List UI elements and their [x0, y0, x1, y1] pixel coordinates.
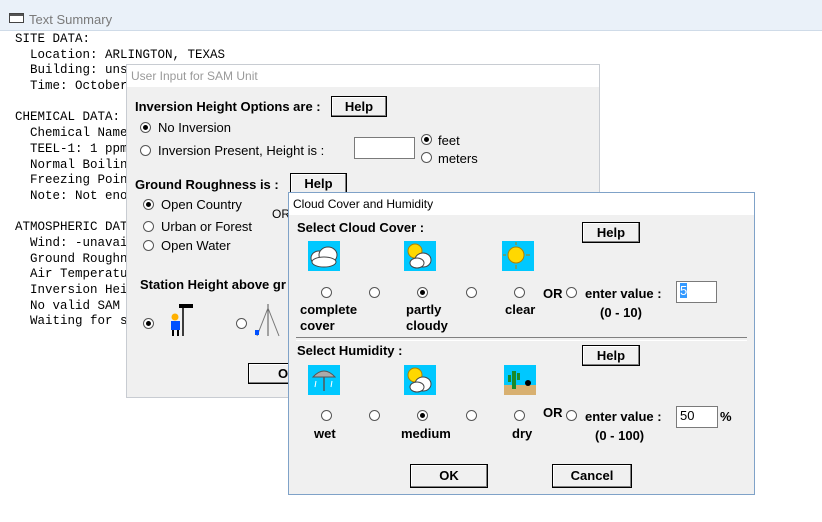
meters-radio[interactable]: [421, 152, 432, 163]
inversion-help-button[interactable]: Help: [331, 96, 387, 117]
cloud-icon: [308, 241, 340, 271]
cloud-enter-value-radio[interactable]: [566, 287, 577, 298]
desert-cactus-icon: [504, 365, 536, 395]
urban-forest-label: Urban or Forest: [161, 219, 253, 234]
feet-radio[interactable]: [421, 134, 432, 145]
complete-cover-line1: complete: [300, 302, 358, 317]
partly-cloudy-icon: [404, 241, 436, 271]
person-anemometer-icon: [171, 304, 193, 336]
cancel-button[interactable]: Cancel: [552, 464, 632, 488]
summary-line: SITE DATA:: [15, 32, 91, 46]
partly-cloudy-label: partly cloudy: [406, 302, 448, 334]
window-title: Text Summary: [29, 12, 113, 27]
open-country-label: Open Country: [161, 197, 242, 212]
tower-icon: [255, 304, 280, 337]
cloud-partly-radio[interactable]: [417, 287, 428, 298]
humidity-medium-radio[interactable]: [417, 410, 428, 421]
cloud-enter-value-label: enter value :: [585, 286, 662, 301]
cloud-value-text: 5: [680, 283, 688, 298]
humidity-wet-radio[interactable]: [321, 410, 332, 421]
window-icon: [9, 13, 24, 23]
ok-button[interactable]: OK: [410, 464, 488, 488]
summary-line: Location: ARLINGTON, TEXAS: [15, 47, 226, 62]
sam-dialog-title: User Input for SAM Unit: [131, 69, 258, 83]
cloud-dialog-title: Cloud Cover and Humidity: [293, 197, 434, 211]
feet-label: feet: [438, 133, 460, 148]
separator: [296, 337, 747, 341]
open-water-radio[interactable]: [143, 240, 154, 251]
humidity-level-2-radio[interactable]: [369, 410, 380, 421]
wet-label: wet: [314, 426, 336, 441]
open-water-label: Open Water: [161, 238, 231, 253]
station-tower-radio[interactable]: [236, 318, 247, 329]
cloud-clear-radio[interactable]: [514, 287, 525, 298]
partly-cloudy-line1: partly: [406, 302, 442, 317]
station-height-label: Station Height above gr: [140, 277, 286, 292]
inversion-options-label: Inversion Height Options are :: [135, 99, 321, 114]
open-country-radio[interactable]: [143, 199, 154, 210]
dry-label: dry: [512, 426, 533, 441]
humidity-enter-value-label: enter value :: [585, 409, 662, 424]
complete-cover-line2: cover: [300, 318, 335, 333]
height-input[interactable]: [354, 137, 415, 159]
cloud-value-input[interactable]: 5: [676, 281, 717, 303]
no-inversion-radio[interactable]: [140, 122, 151, 133]
medium-label: medium: [401, 426, 451, 441]
percent-label: %: [720, 409, 732, 424]
cloud-level-2-radio[interactable]: [369, 287, 380, 298]
sun-icon: [502, 241, 534, 271]
cloud-complete-radio[interactable]: [321, 287, 332, 298]
select-cloud-label: Select Cloud Cover :: [297, 220, 425, 235]
urban-forest-radio[interactable]: [143, 221, 154, 232]
inversion-present-radio[interactable]: [140, 145, 151, 156]
no-inversion-label: No Inversion: [158, 120, 231, 135]
humidity-range-label: (0 - 100): [595, 428, 645, 443]
select-humidity-label: Select Humidity :: [297, 343, 403, 358]
ground-help-button[interactable]: Help: [290, 173, 347, 194]
humidity-or-label: OR: [543, 405, 563, 420]
cloud-range-label: (0 - 10): [600, 305, 642, 320]
cloud-level-4-radio[interactable]: [466, 287, 477, 298]
humidity-enter-value-radio[interactable]: [566, 410, 577, 421]
meters-label: meters: [438, 151, 478, 166]
title-bar[interactable]: Text Summary: [0, 0, 822, 31]
cloud-help-button[interactable]: Help: [582, 222, 640, 243]
cloud-humidity-dialog: Cloud Cover and Humidity Select Cloud Co…: [288, 192, 755, 495]
cloud-or-label: OR: [543, 286, 563, 301]
humidity-level-4-radio[interactable]: [466, 410, 477, 421]
humidity-help-button[interactable]: Help: [582, 345, 640, 366]
medium-humidity-icon: [404, 365, 436, 395]
ground-roughness-label: Ground Roughness is :: [135, 177, 279, 192]
cloud-title-bar[interactable]: Cloud Cover and Humidity: [289, 193, 754, 215]
clear-label: clear: [505, 302, 536, 317]
complete-cover-label: complete cover: [300, 302, 357, 334]
humidity-dry-radio[interactable]: [514, 410, 525, 421]
station-low-radio[interactable]: [143, 318, 154, 329]
humidity-value-input[interactable]: 50: [676, 406, 718, 428]
inversion-present-label: Inversion Present, Height is :: [158, 143, 325, 158]
sam-title-bar[interactable]: User Input for SAM Unit: [127, 65, 599, 87]
partly-cloudy-line2: cloudy: [406, 318, 448, 333]
rain-icon: [308, 365, 340, 395]
